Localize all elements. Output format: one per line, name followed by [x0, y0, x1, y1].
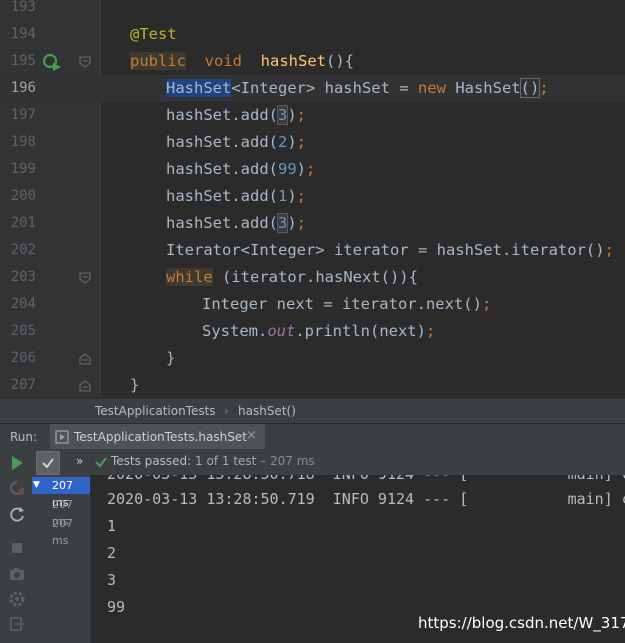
line-number: 198	[10, 134, 36, 150]
test-tree-item[interactable]: 207 ms	[32, 496, 90, 528]
expand-arrow-icon[interactable]: ▼	[33, 477, 40, 494]
rerun-icon[interactable]	[8, 454, 26, 472]
code-text: Iterator<Integer> iterator = hashSet.ite…	[166, 241, 614, 259]
code-line-198: 198 hashSet.add(2);	[0, 129, 625, 156]
code-line-202: 202 Iterator<Integer> iterator = hashSet…	[0, 237, 625, 264]
code-line-207: 207 }	[0, 372, 625, 398]
code-text: }	[130, 376, 140, 394]
code-line-194: 194 @Test	[0, 21, 625, 48]
code-line-196: 196 HashSet<Integer> hashSet = new HashS…	[0, 75, 625, 102]
fold-icon[interactable]	[78, 55, 92, 69]
console-line: 2020-03-13 13:28:50.719 INFO 9124 --- [ …	[107, 490, 625, 508]
code-text: System.out.println(next);	[202, 322, 436, 340]
code-text: hashSet.add(99);	[166, 160, 316, 178]
code-text: hashSet.add(3);	[166, 213, 307, 233]
test-tree: ▼ 207 ms 207 ms 207 ms	[32, 475, 91, 643]
code-text: Integer next = iterator.next();	[202, 295, 492, 313]
code-editor[interactable]: 193 194 @Test 195 public void hashSet(){…	[0, 0, 625, 398]
run-tool-window-header: Run: TestApplicationTests.hashSet ×	[0, 423, 625, 450]
line-number: 193	[10, 0, 36, 15]
line-number: 199	[10, 161, 36, 177]
line-number: 194	[10, 26, 36, 42]
breadcrumb: TestApplicationTests › hashSet()	[0, 398, 625, 424]
code-line-204: 204 Integer next = iterator.next();	[0, 291, 625, 318]
test-tree-item[interactable]: ▼ 207 ms	[32, 477, 90, 509]
line-number: 207	[10, 377, 36, 393]
code-line-201: 201 hashSet.add(3);	[0, 210, 625, 237]
code-text: }	[166, 349, 176, 367]
line-number: 203	[10, 269, 36, 285]
test-duration: – 207 ms	[260, 454, 315, 468]
test-annotation: @Test	[130, 25, 177, 43]
passed-count: 1 of 1 test	[195, 454, 257, 468]
code-text: hashSet.add(2);	[166, 133, 307, 151]
test-summary: Tests passed: 1 of 1 test – 207 ms	[111, 454, 315, 468]
settings-icon[interactable]	[8, 590, 26, 608]
console-line: 2	[107, 544, 117, 562]
passed-label: Tests passed:	[111, 454, 192, 468]
camera-icon[interactable]	[8, 565, 26, 583]
code-text: HashSet<Integer> hashSet = new HashSet()…	[166, 78, 549, 98]
fold-end-icon[interactable]	[78, 352, 92, 366]
test-config-icon	[55, 430, 69, 444]
tab-run-configuration[interactable]: TestApplicationTests.hashSet ×	[50, 424, 265, 450]
code-line-199: 199 hashSet.add(99);	[0, 156, 625, 183]
toggle-auto-test-icon[interactable]	[8, 505, 26, 523]
code-line-203: 203 while (iterator.hasNext()){	[0, 264, 625, 291]
tab-title: TestApplicationTests.hashSet	[74, 430, 247, 444]
stop-icon[interactable]	[8, 539, 26, 557]
check-icon	[42, 458, 54, 469]
code-text: hashSet.add(3);	[166, 105, 307, 125]
console-line: 1	[107, 517, 117, 535]
close-icon[interactable]: ×	[246, 428, 257, 443]
run-label: Run:	[10, 430, 38, 444]
more-chevrons[interactable]: »	[76, 454, 83, 468]
code-line-195: 195 public void hashSet(){	[0, 48, 625, 75]
line-number: 195	[10, 53, 36, 69]
line-number: 200	[10, 188, 36, 204]
code-line-206: 206 }	[0, 345, 625, 372]
code-line-200: 200 hashSet.add(1);	[0, 183, 625, 210]
code-line-205: 205 System.out.println(next);	[0, 318, 625, 345]
breadcrumb-method[interactable]: hashSet()	[238, 404, 296, 418]
watermark: https://blog.csdn.net/W_317	[418, 614, 625, 632]
rerun-failed-icon[interactable]	[8, 479, 26, 497]
line-number: 204	[10, 296, 36, 312]
run-toolbar	[0, 449, 33, 643]
line-number: 205	[10, 323, 36, 339]
code-text: hashSet.add(1);	[166, 187, 307, 205]
console-line: 99	[107, 598, 126, 616]
exit-icon[interactable]	[8, 615, 26, 633]
method-signature: public void hashSet(){	[130, 52, 354, 70]
test-tree-item[interactable]: 207 ms	[32, 515, 90, 547]
code-line-197: 197 hashSet.add(3);	[0, 102, 625, 129]
line-number: 196	[10, 80, 36, 96]
run-test-gutter-icon[interactable]	[42, 52, 62, 72]
test-status-bar: » Tests passed: 1 of 1 test – 207 ms	[32, 449, 625, 475]
show-passed-toggle[interactable]	[36, 451, 60, 475]
fold-end-icon[interactable]	[78, 379, 92, 393]
console-line: 3	[107, 571, 117, 589]
test-time: 207 ms	[52, 517, 73, 547]
line-number: 201	[10, 215, 36, 231]
line-number: 202	[10, 242, 36, 258]
line-number: 197	[10, 107, 36, 123]
code-line-193: 193	[0, 0, 625, 21]
passed-check-icon	[95, 457, 107, 468]
code-text: while (iterator.hasNext()){	[166, 268, 418, 286]
line-number: 206	[10, 350, 36, 366]
fold-icon[interactable]	[78, 271, 92, 285]
breadcrumb-separator: ›	[224, 404, 229, 418]
breadcrumb-class[interactable]: TestApplicationTests	[95, 404, 216, 418]
